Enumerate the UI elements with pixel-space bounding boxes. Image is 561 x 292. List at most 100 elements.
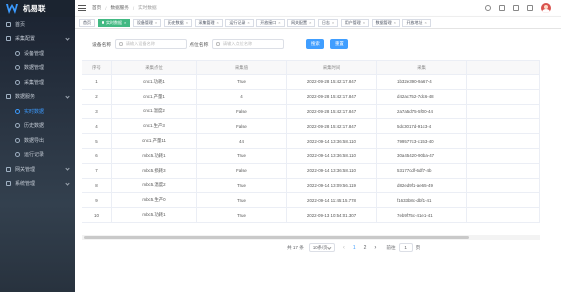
tag-4[interactable]: 采集管理 × <box>194 18 223 27</box>
sidebar-item-label: 历史数据 <box>24 123 45 130</box>
close-icon[interactable]: × <box>394 20 396 25</box>
sidebar-item-11[interactable]: 系统管理 <box>0 177 75 192</box>
sidebar-item-label: 实时数据 <box>24 108 45 115</box>
tag-7[interactable]: 网关配置 × <box>287 18 316 27</box>
sidebar-item-2[interactable]: 设备管理 <box>0 46 75 61</box>
table-row[interactable]: 9 mbc5.生产0 True 2022-09-14 11:45:15.778 f163… <box>82 193 540 209</box>
table-row[interactable]: 10 mbc5.功耗1 True 2022-09-13 10:54:01.307 7eb… <box>82 208 540 223</box>
point-name-placeholder: 请输入点位名称 <box>222 41 253 46</box>
chevron-down-icon <box>65 180 70 186</box>
tag-8[interactable]: 日志 × <box>317 18 339 27</box>
sidebar-item-0[interactable]: 首页 <box>0 17 75 32</box>
sidebar-item-5[interactable]: 数据服务 <box>0 90 75 105</box>
table-cell <box>467 119 540 134</box>
tag-11[interactable]: 开放地址 × <box>402 18 431 27</box>
table-cell <box>467 178 540 193</box>
close-icon[interactable]: × <box>124 20 126 25</box>
close-icon[interactable]: × <box>424 20 426 25</box>
table-row[interactable]: 8 mbc5.温度2 True 2022-09-14 13:09:56.119 d82e… <box>82 178 540 194</box>
prev-page-button[interactable]: ‹ <box>343 245 345 251</box>
realtime-icon <box>15 108 20 114</box>
table-cell <box>467 104 540 119</box>
tag-3[interactable]: 历史数据 × <box>163 18 193 27</box>
table-cell: 2022-09-28 15:42:17.847 <box>287 104 377 119</box>
tag-2[interactable]: 设备管理 × <box>132 18 162 27</box>
hamburger-icon[interactable] <box>78 4 86 13</box>
tag-1[interactable]: 实时数据 × <box>97 18 131 27</box>
table-row[interactable]: 7 mbc5.损耗3 False 2022-09-14 13:36:58.110 531… <box>82 163 540 179</box>
table-cell: 7 <box>82 163 112 178</box>
table-row[interactable]: 5 cnc1.产量11 44 2022-09-14 13:36:58.110 79957… <box>82 134 540 149</box>
app-title: 机易联 <box>23 4 46 13</box>
table-row[interactable]: 1 cnc1.功耗1 True 2022-09-28 15:42:17.847 1b32… <box>82 75 540 90</box>
sidebar-item-1[interactable]: 采集配置 <box>0 32 75 47</box>
breadcrumb-item-home[interactable]: 首页 <box>92 5 101 11</box>
table-cell <box>467 75 540 89</box>
avatar[interactable] <box>541 3 551 13</box>
navbar: 首页 / 数据服务 / 实时数据 <box>75 0 561 16</box>
message-icon[interactable] <box>527 5 533 11</box>
close-icon[interactable]: × <box>363 20 365 25</box>
column-header-value: 采集值 <box>197 61 287 74</box>
sidebar-item-label: 数据管理 <box>24 65 45 72</box>
fullscreen-icon[interactable] <box>499 5 505 11</box>
device-name-input[interactable]: 请输入设备名称 <box>115 39 188 49</box>
tag-5[interactable]: 运行记录 × <box>225 18 254 27</box>
table-cell: 2022-09-13 10:54:01.307 <box>287 208 377 222</box>
close-icon[interactable]: × <box>278 20 280 25</box>
sidebar-item-label: 首页 <box>15 21 26 28</box>
page-number-1[interactable]: 1 <box>353 245 356 251</box>
sidebar-item-10[interactable]: 网关管理 <box>0 162 75 177</box>
next-page-button[interactable]: › <box>374 245 376 251</box>
close-icon[interactable]: × <box>332 20 334 25</box>
sidebar-item-8[interactable]: 数据导出 <box>0 133 75 148</box>
table-cell: d82ed9f1-ae65-49 <box>377 178 467 193</box>
column-header-extra <box>467 61 540 74</box>
close-icon[interactable]: × <box>247 20 249 25</box>
search-icon[interactable] <box>485 5 491 11</box>
search-button[interactable]: 搜索 <box>306 39 325 49</box>
font-size-icon[interactable] <box>513 5 519 11</box>
horizontal-scrollbar[interactable] <box>82 235 540 240</box>
table-cell <box>467 193 540 208</box>
close-icon[interactable]: × <box>155 20 157 25</box>
table-row[interactable]: 6 mbc5.功耗1 True 2022-09-14 13:36:58.110 30a4… <box>82 148 540 164</box>
main-content: 设备名称 请输入设备名称 点位名称 请输入点位名称 搜索 重置 序号 采集点位 … <box>75 29 561 292</box>
tag-label: 设备管理 <box>136 19 153 25</box>
table-row[interactable]: 2 cnc1.产量1 4 2022-09-28 15:42:17.847 d42ac75… <box>82 89 540 105</box>
tag-0[interactable]: 首页 <box>79 18 95 27</box>
goto-page-input[interactable]: 1 <box>398 243 413 252</box>
tag-label: 首页 <box>83 19 91 25</box>
pagination: 共 17 条 10条/页 ‹ 1 2 › 前往 1 页 <box>287 243 420 252</box>
filter-form: 设备名称 请输入设备名称 点位名称 请输入点位名称 搜索 重置 <box>92 39 349 49</box>
reset-button[interactable]: 重置 <box>330 39 349 49</box>
sidebar-item-7[interactable]: 历史数据 <box>0 119 75 134</box>
sidebar-item-6[interactable]: 实时数据 <box>0 104 75 119</box>
table-row[interactable]: 4 cnc1.生产3 False 2022-09-28 15:42:17.847 5dc… <box>82 119 540 135</box>
breadcrumb-item-data-service[interactable]: 数据服务 <box>110 5 128 11</box>
point-name-input[interactable]: 请输入点位名称 <box>212 39 285 49</box>
sidebar-item-3[interactable]: 数据管理 <box>0 61 75 76</box>
page-number-2[interactable]: 2 <box>364 245 367 251</box>
tag-10[interactable]: 数据管理 × <box>371 18 400 27</box>
table-row[interactable]: 3 cnc1.温度2 False 2022-09-28 15:42:17.847 2a7… <box>82 104 540 120</box>
tag-9[interactable]: 用户管理 × <box>340 18 370 27</box>
pagination-total: 共 17 条 <box>287 244 304 250</box>
history-icon <box>15 123 20 129</box>
close-icon[interactable]: × <box>186 20 188 25</box>
page-size-select[interactable]: 10条/页 <box>308 243 335 252</box>
table-cell: False <box>197 119 287 134</box>
close-icon[interactable]: × <box>217 20 219 25</box>
tag-6[interactable]: 开放接口 × <box>256 18 285 27</box>
table-cell: 6 <box>82 148 112 163</box>
logo[interactable]: 机易联 <box>0 0 75 17</box>
sidebar-item-9[interactable]: 运行记录 <box>0 148 75 163</box>
scrollbar-thumb[interactable] <box>84 236 469 239</box>
table-cell: 2022-09-28 15:42:17.847 <box>287 75 377 89</box>
navbar-right <box>477 3 551 13</box>
breadcrumb: 首页 / 数据服务 / 实时数据 <box>92 5 157 11</box>
table-cell: 44 <box>197 134 287 148</box>
sidebar-item-4[interactable]: 采集管理 <box>0 75 75 90</box>
close-icon[interactable]: × <box>309 20 311 25</box>
system-icon <box>6 181 11 187</box>
